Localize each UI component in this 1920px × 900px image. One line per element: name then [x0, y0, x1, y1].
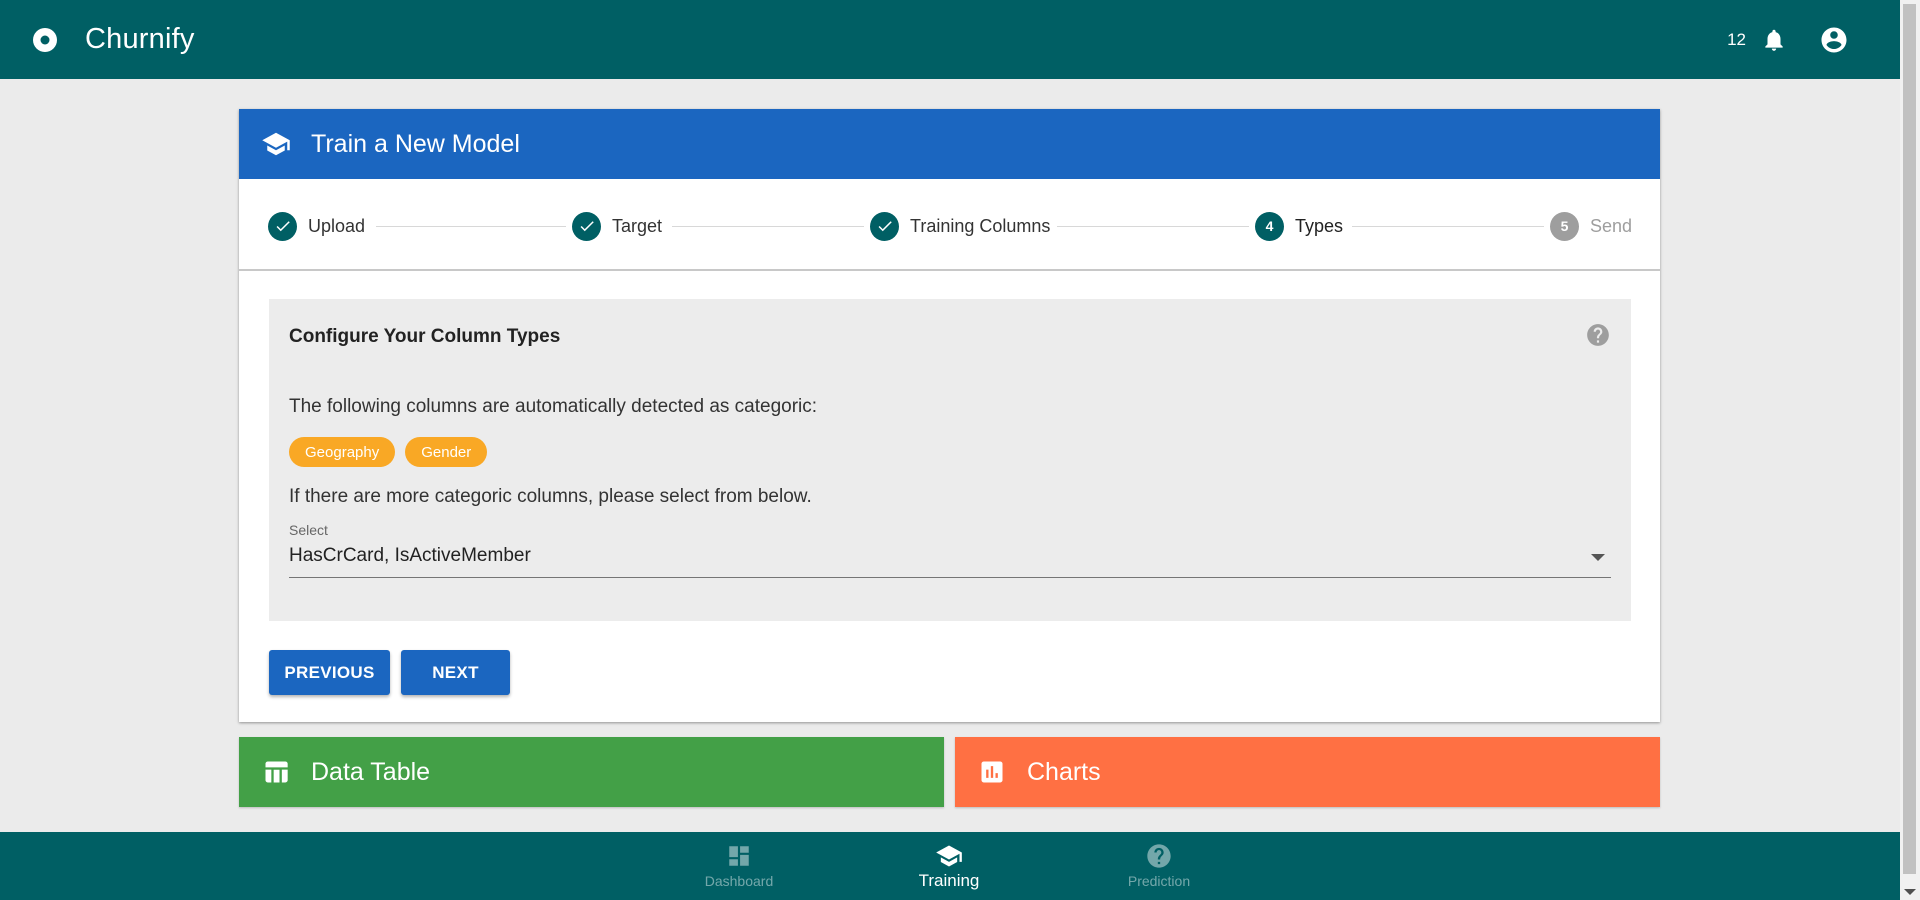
check-icon — [572, 211, 601, 241]
step-connector — [1352, 226, 1544, 227]
school-icon — [261, 129, 291, 159]
dashboard-icon — [725, 842, 753, 870]
step-connector — [672, 226, 864, 227]
step-connector — [1057, 226, 1249, 227]
nav-label: Dashboard — [704, 873, 774, 889]
step-number: 4 — [1255, 211, 1284, 241]
step-training-columns[interactable]: Training Columns — [870, 211, 1050, 241]
more-description: If there are more categoric columns, ple… — [289, 486, 812, 507]
nav-prediction[interactable]: Prediction — [1079, 832, 1239, 900]
step-send[interactable]: 5 Send — [1550, 211, 1632, 241]
app-bar: Churnify 12 — [0, 0, 1900, 79]
data-table-title: Data Table — [311, 757, 431, 786]
vertical-scrollbar[interactable] — [1900, 0, 1920, 900]
scrollbar-thumb[interactable] — [1903, 4, 1916, 874]
select-label: Select — [289, 522, 328, 538]
charts-title: Charts — [1027, 757, 1101, 786]
nav-training[interactable]: Training — [869, 832, 1029, 900]
step-label: Target — [612, 215, 663, 236]
help-icon[interactable] — [1585, 322, 1611, 348]
help-icon — [1145, 842, 1173, 870]
step-upload[interactable]: Upload — [268, 211, 365, 241]
check-icon — [268, 211, 297, 241]
nav-label: Prediction — [1127, 873, 1191, 889]
app-title: Churnify — [85, 23, 195, 55]
bell-icon[interactable] — [1758, 24, 1790, 56]
step-number: 5 — [1550, 211, 1579, 241]
detected-description: The following columns are automatically … — [289, 396, 818, 417]
select-value: HasCrCard, IsActiveMember — [289, 545, 531, 566]
table-icon — [261, 757, 291, 787]
step-target[interactable]: Target — [572, 211, 662, 241]
detected-chips: Geography Gender — [289, 437, 488, 467]
charts-section[interactable]: Charts — [955, 737, 1660, 807]
panel-title: Configure Your Column Types — [289, 326, 561, 347]
bar-chart-icon — [977, 757, 1007, 787]
step-label: Training Columns — [910, 215, 1051, 236]
account-circle-icon[interactable] — [1818, 24, 1850, 56]
bottom-navigation: Dashboard Training Prediction — [0, 832, 1900, 900]
next-button[interactable]: NEXT — [401, 650, 510, 695]
previous-button[interactable]: PREVIOUS — [269, 650, 390, 695]
scroll-down-arrow-icon[interactable] — [1904, 889, 1916, 895]
dropdown-arrow-icon[interactable] — [1591, 554, 1605, 561]
chip-gender[interactable]: Gender — [405, 437, 488, 467]
chip-geography[interactable]: Geography — [289, 437, 396, 467]
card-title: Train a New Model — [311, 129, 520, 158]
step-label: Send — [1590, 215, 1633, 236]
step-connector — [376, 226, 566, 227]
column-types-panel: Configure Your Column Types The followin… — [269, 299, 1631, 621]
data-table-section[interactable]: Data Table — [239, 737, 944, 807]
logo-icon — [30, 25, 59, 54]
nav-label: Training — [918, 871, 980, 890]
check-icon — [870, 211, 899, 241]
card-header: Train a New Model — [239, 109, 1660, 179]
categoric-columns-select[interactable]: Select HasCrCard, IsActiveMember — [289, 522, 1611, 578]
nav-dashboard[interactable]: Dashboard — [659, 832, 819, 900]
train-model-card: Train a New Model Upload Target Training… — [239, 109, 1660, 722]
step-label: Upload — [308, 215, 366, 236]
notification-count: 12 — [1727, 29, 1746, 49]
step-types[interactable]: 4 Types — [1255, 211, 1343, 241]
step-label: Types — [1295, 215, 1344, 236]
school-icon — [935, 842, 963, 870]
stepper: Upload Target Training Columns 4 Types 5… — [239, 179, 1660, 271]
